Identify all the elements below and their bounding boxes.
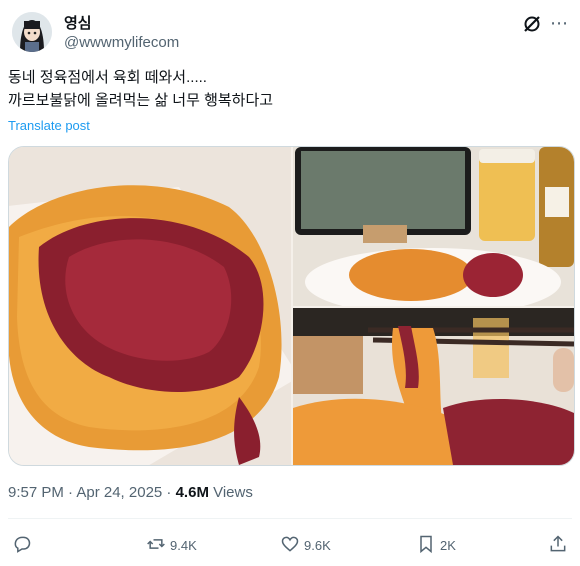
post-line: 까르보불닭에 올려먹는 삶 너무 행복하다고 [8, 92, 274, 109]
repost-count: 9.4K [170, 537, 197, 553]
action-bar: 9.4K 9.6K 2K [8, 528, 572, 562]
share-button[interactable] [548, 528, 568, 562]
bookmark-icon [416, 534, 436, 557]
photo-noodles-with-yukhoe[interactable] [9, 147, 291, 465]
timestamp-text[interactable]: 9:57 PM · Apr 24, 2025 · [8, 484, 176, 501]
author-handle[interactable]: @wwwmylifecom [64, 34, 179, 51]
photo-tablet-and-beer[interactable] [293, 147, 574, 306]
reply-icon [12, 534, 32, 557]
views-label: Views [208, 484, 253, 501]
repost-button[interactable]: 9.4K [146, 528, 197, 562]
bookmark-count: 2K [440, 537, 456, 553]
divider [8, 518, 572, 519]
media-grid [8, 146, 575, 466]
post-line: 동네 정육점에서 육회 떼와서..... [8, 69, 207, 86]
views-count: 4.6M [175, 484, 209, 501]
more-options-icon[interactable]: ⋯ [548, 12, 570, 34]
bookmark-button[interactable]: 2K [416, 528, 456, 562]
like-button[interactable]: 9.6K [280, 528, 331, 562]
post-text: 동네 정육점에서 육회 떼와서..... 까르보불닭에 올려먹는 삶 너무 행복… [8, 66, 568, 112]
grok-icon[interactable] [522, 14, 542, 34]
heart-icon [280, 534, 300, 557]
like-count: 9.6K [304, 537, 331, 553]
share-icon [548, 534, 568, 557]
photo-chopsticks-lifting-noodles[interactable] [293, 308, 574, 465]
reply-button[interactable] [12, 528, 32, 562]
translate-post-link[interactable]: Translate post [8, 118, 90, 133]
author-name[interactable]: 영심 [64, 12, 92, 33]
post-timestamp: 9:57 PM · Apr 24, 2025 · 4.6M Views [8, 484, 253, 501]
post-header: 영심 @wwwmylifecom ⋯ [8, 10, 572, 60]
repost-icon [146, 534, 166, 557]
avatar[interactable] [12, 12, 52, 52]
